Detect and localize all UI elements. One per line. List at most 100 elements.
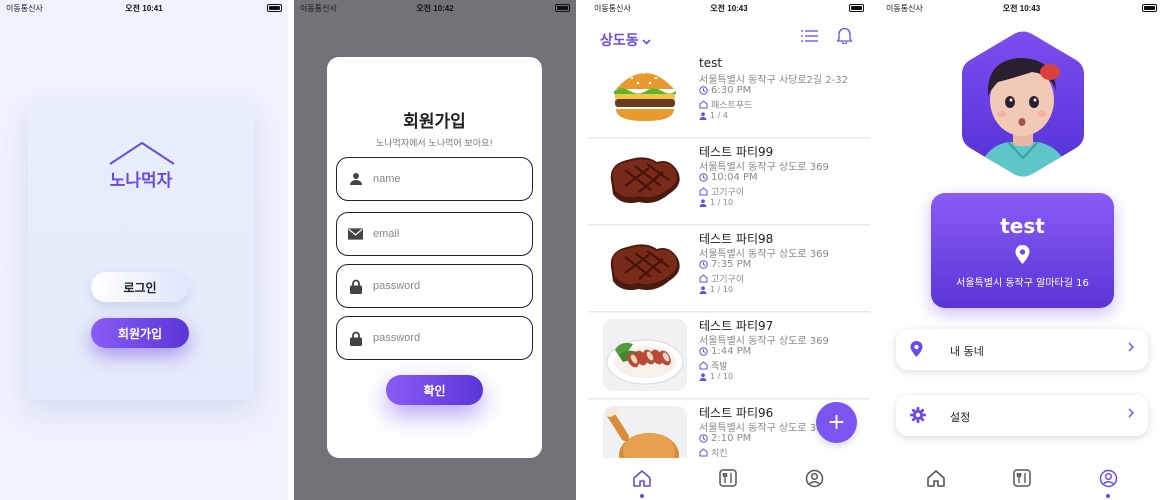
store-icon [699, 361, 708, 370]
person-icon [348, 172, 363, 187]
welcome-screen: 이동통신사 오전 10:41 노나먹자 로그인 회원가입 [0, 0, 288, 500]
chevron-right-icon [1128, 407, 1134, 421]
party-time-text: 6:30 PM [711, 85, 752, 96]
party-item[interactable]: 테스트 파티98 서울특별시 동작구 상도로 369 7:35 PM 고기구이 … [588, 226, 870, 312]
party-thumbnail [603, 406, 687, 458]
feed-header: 상도동 [588, 16, 870, 56]
party-category: 고기구이 [699, 185, 744, 198]
steak-image [610, 157, 680, 203]
clock-label: 오전 10:41 [125, 4, 163, 13]
location-pin-icon [910, 341, 923, 357]
party-category-text: 패스트푸드 [711, 101, 753, 111]
login-button[interactable]: 로그인 [91, 272, 189, 302]
party-time: 6:30 PM [699, 85, 751, 96]
profile-screen: 이동통신사 오전 10:43 test 서울특별시 동작구 알마타길 16 내 [880, 0, 1163, 500]
lock-icon [348, 279, 363, 294]
settings-row[interactable]: 설정 [896, 395, 1148, 436]
home-icon [927, 469, 945, 487]
password-field[interactable]: password [336, 264, 533, 308]
party-time-text: 1:44 PM [711, 346, 752, 357]
list-icon[interactable] [801, 28, 818, 47]
person-icon [699, 198, 707, 207]
house-roof-icon [109, 141, 175, 165]
status-bar: 이동통신사 오전 10:43 [880, 0, 1163, 16]
party-item[interactable]: 테스트 파티97 서울특별시 동작구 상도로 369 1:44 PM 족발 1 … [588, 313, 870, 399]
party-time: 1:44 PM [699, 346, 751, 357]
battery-icon [849, 4, 864, 12]
party-category: 고기구이 [699, 272, 744, 285]
confirm-button[interactable]: 확인 [386, 375, 483, 405]
tab-menu[interactable] [716, 466, 740, 490]
tab-home[interactable] [924, 466, 948, 490]
party-item[interactable]: test 서울특별시 동작구 사당로2길 2-32 6:30 PM 패스트푸드 … [588, 56, 870, 138]
chevron-right-icon [1128, 341, 1134, 355]
party-thumbnail [603, 232, 687, 304]
store-icon [699, 274, 708, 283]
signup-button[interactable]: 회원가입 [91, 318, 189, 348]
menu-label: 내 동네 [950, 345, 984, 358]
clock-icon [699, 173, 708, 182]
party-thumbnail [603, 145, 687, 217]
signup-modal: 회원가입 노나먹자에서 노나먹어 보아요! name email passwor… [327, 57, 542, 458]
person-icon [699, 111, 707, 120]
person-icon [699, 285, 707, 294]
profile-address: 서울특별시 동작구 알마타길 16 [956, 278, 1089, 289]
party-count-text: 1 / 10 [710, 198, 734, 207]
chicken-image [606, 407, 679, 458]
party-member-count: 1 / 10 [699, 285, 733, 294]
email-placeholder: email [373, 228, 400, 240]
tab-home[interactable] [630, 466, 654, 498]
location-selector[interactable]: 상도동 [600, 30, 651, 50]
gear-icon [910, 407, 926, 423]
utensils-icon [1013, 469, 1031, 487]
party-thumbnail [603, 58, 687, 130]
party-category-text: 고기구이 [711, 188, 745, 198]
clock-label: 오전 10:43 [1002, 4, 1041, 13]
store-icon [699, 187, 708, 196]
status-bar: 이동통신사 오전 10:42 [294, 0, 576, 16]
tab-menu[interactable] [1010, 466, 1034, 490]
jokbal-image [606, 339, 684, 385]
name-field[interactable]: name [336, 157, 533, 201]
party-address: 서울특별시 동작구 상도로 369 [699, 423, 829, 434]
add-party-button[interactable]: + [816, 402, 857, 443]
bell-icon[interactable] [836, 27, 853, 48]
my-neighborhood-row[interactable]: 내 동네 [896, 329, 1148, 370]
party-title: test [699, 56, 723, 70]
welcome-card: 노나먹자 로그인 회원가입 [28, 100, 254, 400]
party-member-count: 1 / 10 [699, 198, 733, 207]
mail-icon [348, 227, 363, 242]
tab-profile[interactable] [802, 466, 826, 490]
clock-label: 오전 10:42 [416, 4, 454, 13]
party-category: 치킨 [699, 446, 728, 458]
battery-icon [1142, 4, 1157, 12]
party-category-text: 족발 [711, 362, 728, 372]
party-address: 서울특별시 동작구 상도로 369 [699, 162, 829, 173]
home-icon [633, 469, 651, 487]
party-time: 7:35 PM [699, 259, 751, 270]
tab-bar [880, 458, 1163, 500]
chevron-down-icon [642, 33, 651, 49]
steak-image [610, 244, 680, 290]
burger-image [614, 72, 676, 121]
party-count-text: 1 / 4 [710, 111, 728, 120]
tab-profile[interactable] [1096, 466, 1120, 498]
party-list: test 서울특별시 동작구 사당로2길 2-32 6:30 PM 패스트푸드 … [588, 56, 870, 458]
party-time: 10:04 PM [699, 172, 758, 183]
party-time-text: 2:10 PM [711, 433, 752, 444]
location-label: 상도동 [600, 33, 639, 49]
party-item[interactable]: 테스트 파티99 서울특별시 동작구 상도로 369 10:04 PM 고기구이… [588, 139, 870, 225]
utensils-icon [719, 469, 737, 487]
battery-icon [555, 4, 570, 12]
profile-name: test [1000, 214, 1045, 238]
active-tab-indicator [640, 494, 644, 498]
party-address: 서울특별시 동작구 사당로2길 2-32 [699, 75, 848, 86]
battery-icon [267, 4, 282, 12]
email-field[interactable]: email [336, 212, 533, 256]
party-member-count: 1 / 4 [699, 111, 728, 120]
party-time-text: 10:04 PM [711, 172, 758, 183]
avatar [962, 31, 1084, 177]
party-count-text: 1 / 10 [710, 372, 734, 381]
password-confirm-field[interactable]: password [336, 316, 533, 360]
location-pin-icon [1015, 245, 1030, 264]
